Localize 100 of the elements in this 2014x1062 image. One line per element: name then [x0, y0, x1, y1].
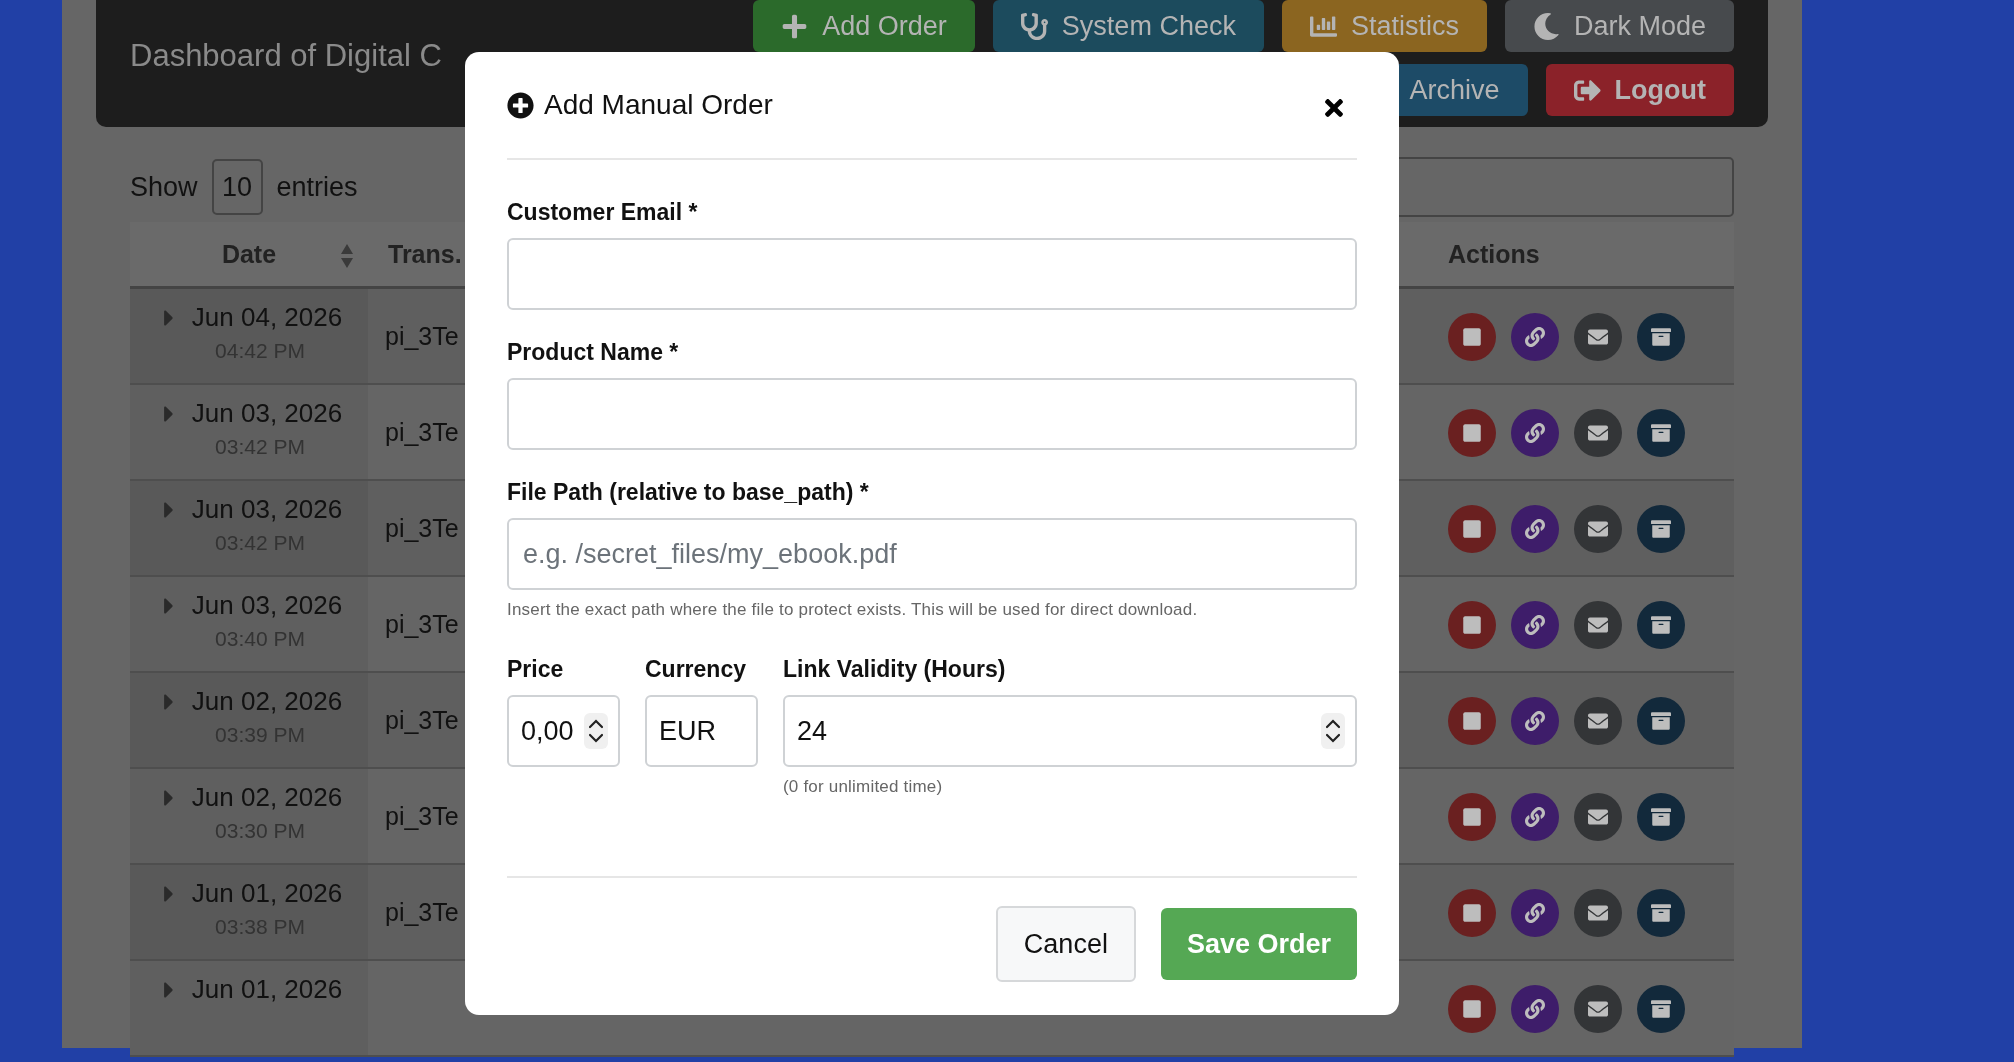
header-button[interactable]: System Check [992, 0, 1264, 52]
action-button[interactable] [1511, 601, 1559, 649]
action-button[interactable] [1637, 601, 1685, 649]
order-date: Jun 03, 2026 [191, 398, 343, 429]
link-icon [1525, 423, 1545, 443]
action-button[interactable] [1637, 889, 1685, 937]
envelope-icon [1588, 327, 1608, 347]
order-date: Jun 04, 2026 [191, 302, 343, 333]
action-button[interactable] [1511, 889, 1559, 937]
archive-icon [1651, 615, 1671, 635]
add-icon [781, 12, 809, 40]
entries-select[interactable]: 10 [211, 159, 263, 215]
order-date: Jun 03, 2026 [191, 590, 343, 621]
transaction-id: pi_3Te [385, 802, 459, 830]
action-button[interactable] [1574, 313, 1622, 361]
order-date: Jun 01, 2026 [191, 974, 343, 1005]
action-button[interactable] [1574, 889, 1622, 937]
order-date: Jun 01, 2026 [191, 878, 343, 909]
stop-icon [1462, 711, 1482, 731]
envelope-icon [1588, 711, 1608, 731]
action-button[interactable] [1448, 313, 1496, 361]
action-button[interactable] [1574, 985, 1622, 1033]
action-button[interactable] [1448, 505, 1496, 553]
help-text: Insert the exact path where the file to protect exists. This will be used for direct download. [507, 600, 1199, 620]
header-button[interactable]: Statistics [1281, 0, 1487, 52]
action-button[interactable] [1637, 409, 1685, 457]
order-date: Jun 02, 2026 [191, 782, 343, 813]
modal-title: Add Manual Order [544, 89, 773, 121]
action-button[interactable] [1511, 505, 1559, 553]
stop-icon [1462, 615, 1482, 635]
action-button[interactable] [1448, 889, 1496, 937]
action-button[interactable] [1511, 793, 1559, 841]
field-label: Currency [645, 655, 747, 683]
action-button[interactable] [1511, 313, 1559, 361]
stop-icon [1462, 327, 1482, 347]
column-header[interactable]: Actions [1448, 239, 1540, 269]
input-field[interactable]: EUR [645, 695, 758, 767]
column-header[interactable]: Date [221, 239, 277, 269]
input-field[interactable] [507, 238, 1357, 310]
column-header[interactable]: Trans. [388, 239, 462, 269]
stop-icon [1462, 903, 1482, 923]
action-button[interactable] [1511, 697, 1559, 745]
link-icon [1525, 807, 1545, 827]
action-button[interactable] [1637, 985, 1685, 1033]
show-label: Show [130, 171, 198, 203]
save-button[interactable]: Save Order [1160, 908, 1357, 980]
action-button[interactable] [1637, 505, 1685, 553]
archive-icon [1651, 327, 1671, 347]
action-button[interactable] [1574, 793, 1622, 841]
spinner-icon[interactable] [1321, 713, 1345, 749]
action-button[interactable] [1574, 505, 1622, 553]
link-icon [1525, 519, 1545, 539]
action-button[interactable] [1637, 793, 1685, 841]
header-button[interactable]: Logout [1545, 64, 1734, 116]
spinner-icon[interactable] [584, 713, 608, 749]
action-button[interactable] [1448, 601, 1496, 649]
action-button[interactable] [1511, 985, 1559, 1033]
action-button[interactable] [1448, 697, 1496, 745]
entries-label: entries [276, 171, 358, 203]
action-button[interactable] [1511, 409, 1559, 457]
field-label: Price [507, 655, 565, 683]
order-date: Jun 03, 2026 [191, 494, 343, 525]
envelope-icon [1588, 519, 1608, 539]
action-button[interactable] [1574, 601, 1622, 649]
header-button[interactable]: Dark Mode [1504, 0, 1734, 52]
input-field[interactable]: 0,00 [507, 695, 620, 767]
field-label: File Path (relative to base_path) * [507, 478, 870, 506]
link-icon [1525, 999, 1545, 1019]
header-button[interactable]: Add Order [753, 0, 975, 52]
field-label: Product Name * [507, 338, 680, 366]
action-button[interactable] [1637, 313, 1685, 361]
input-field[interactable]: 24 [783, 695, 1357, 767]
envelope-icon [1588, 903, 1608, 923]
cancel-button[interactable]: Cancel [995, 906, 1136, 982]
envelope-icon [1588, 999, 1608, 1019]
link-icon [1525, 711, 1545, 731]
action-button[interactable] [1574, 697, 1622, 745]
action-button[interactable] [1448, 793, 1496, 841]
action-button[interactable] [1448, 409, 1496, 457]
link-icon [1525, 327, 1545, 347]
archive-icon [1651, 519, 1671, 539]
input-field[interactable] [507, 378, 1357, 450]
action-button[interactable] [1637, 697, 1685, 745]
archive-icon [1651, 903, 1671, 923]
stop-icon [1462, 999, 1482, 1019]
transaction-id: pi_3Te [385, 610, 459, 638]
transaction-id: pi_3Te [385, 514, 459, 542]
dark-icon [1532, 12, 1560, 40]
order-date: Jun 02, 2026 [191, 686, 343, 717]
input-field[interactable]: e.g. /secret_files/my_ebook.pdf [507, 518, 1357, 590]
field-label: Customer Email * [507, 198, 699, 226]
action-button[interactable] [1574, 409, 1622, 457]
archive-icon [1651, 807, 1671, 827]
help-text: (0 for unlimited time) [783, 777, 944, 797]
field-label: Link Validity (Hours) [783, 655, 1007, 683]
envelope-icon [1588, 615, 1608, 635]
envelope-icon [1588, 423, 1608, 443]
transaction-id: pi_3Te [385, 898, 459, 926]
action-button[interactable] [1448, 985, 1496, 1033]
stop-icon [1462, 807, 1482, 827]
